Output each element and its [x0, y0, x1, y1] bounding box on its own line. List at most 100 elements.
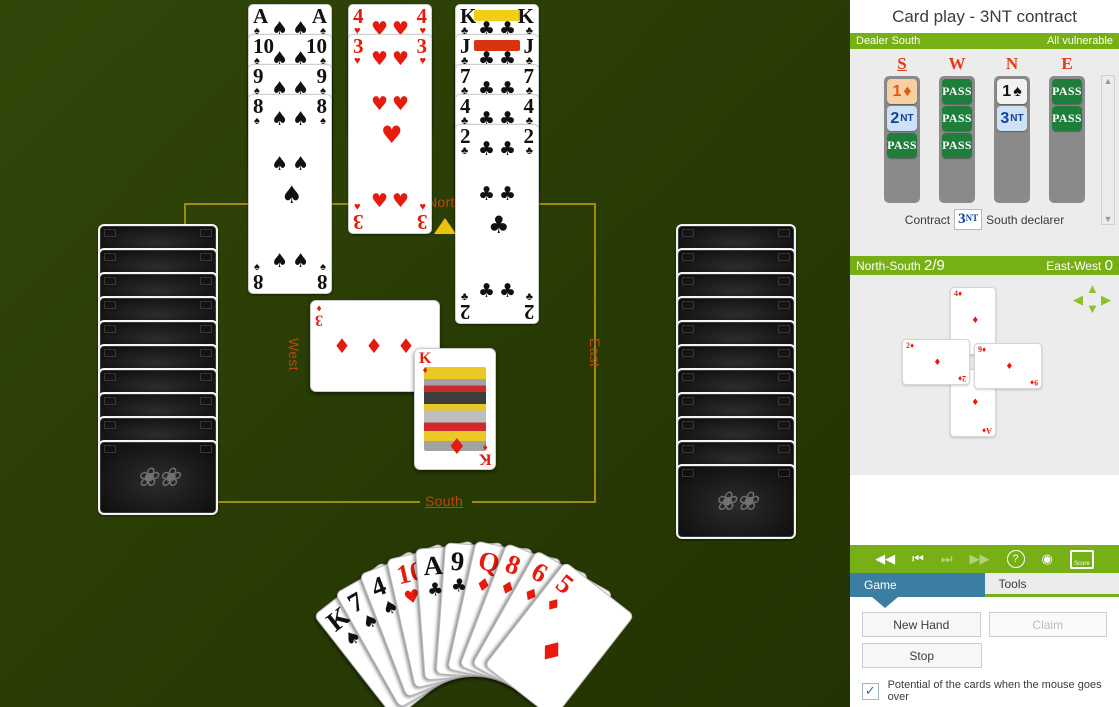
pip: ♦ [397, 334, 415, 358]
score-icon[interactable]: Score [1069, 549, 1094, 569]
bid-column-n: 1 ♠ 3 NT [994, 76, 1030, 203]
table-frame-bot-r [472, 501, 595, 503]
navigation-compass-icon[interactable]: ▲ ▼ ◀ ▶ [1073, 281, 1111, 321]
potential-checkbox[interactable]: ✓ [862, 682, 879, 700]
pip: ♠ [291, 108, 309, 130]
help-icon[interactable]: ? [1006, 550, 1025, 568]
pip: ♥ [391, 93, 409, 115]
bidding-scrollbar[interactable]: ▲ ▼ [1101, 75, 1115, 225]
card-suit-icon: ♥ [419, 201, 426, 213]
turn-indicator-arrow [434, 218, 456, 234]
bid-chip: PASS [887, 133, 917, 158]
contract-chip: 3NT [954, 209, 983, 230]
next-icon: ⏭ [940, 551, 953, 566]
dealer-label: Dealer South [856, 35, 921, 47]
tab-game[interactable]: Game [850, 573, 985, 597]
pip: ♣ [478, 183, 496, 205]
previous-trick-cards: 4♦4♦♦2♦2♦♦9♦9♦♦A♦A♦♦ [902, 287, 1052, 462]
bidding-box: SWNE 1 ♦ 2 NT PASS PASS PASS PASS 1 ♠ 3 NT PASS PASS … [850, 49, 1119, 256]
dummy-card[interactable]: 8 8 ♠ ♠ ♠ ♠ ♠ ♠ ♠ ♠ ♠ 8 8 ♠ ♠ [248, 94, 332, 294]
bid-level: 2 [890, 109, 900, 127]
card-suit-icon: ♦ [539, 592, 566, 619]
bid-column-s: 1 ♦ 2 NT PASS [884, 76, 920, 203]
page-title: Card play - 3NT contract [850, 0, 1119, 33]
bid-seat-header-e: E [1061, 54, 1073, 73]
bid-text: PASS [942, 84, 972, 98]
stop-button[interactable]: Stop [862, 643, 982, 668]
rewind-icon[interactable]: ◀◀ [875, 551, 895, 567]
bid-chip: 1 ♠ [997, 79, 1027, 104]
bid-chip: 3 NT [997, 106, 1027, 131]
bid-column-e: PASS PASS [1049, 76, 1085, 203]
stop-label: Stop [909, 648, 935, 663]
pip: ♦ [365, 334, 383, 358]
card-pips: ♠ ♠ ♠ ♠ ♠ ♠ ♠ [249, 95, 331, 293]
card-back-pattern: ❀❀ [678, 466, 794, 537]
compass-up-icon: ▲ [1086, 281, 1099, 296]
pip: ♣ [478, 138, 496, 160]
pip: ♦ [447, 435, 467, 460]
bid-denomination: NT [900, 113, 914, 124]
potential-checkbox-row: ✓ Potential of the cards when the mouse … [850, 668, 1119, 703]
card-suit-icon: ♦ [958, 289, 963, 298]
trick-card-south[interactable]: K ♦ K ♦ ♦ [414, 348, 496, 470]
bid-text: PASS [1052, 111, 1082, 125]
card-rank: 8 [253, 270, 264, 294]
bid-level: 1 [892, 82, 902, 100]
pip: ♦ [933, 358, 942, 369]
dummy-card[interactable]: 3 3 ♥ ♥ ♥ ♥ ♥ ♥ ♥ ♥ ♥ 3 3 ♥ ♥ [348, 34, 432, 234]
card-back-ornament-icon: ❀❀ [714, 486, 758, 516]
seat-label-south: South [425, 493, 464, 509]
tricks-ns-value: 2/9 [924, 257, 945, 274]
bid-text: PASS [1052, 84, 1082, 98]
bid-seat-header-s: S [897, 54, 907, 73]
pip: ♥ [371, 48, 389, 70]
pip: ♣ [498, 138, 516, 160]
checkbox-check-icon: ✓ [864, 683, 876, 698]
bid-text: PASS [942, 138, 972, 152]
south-hand-fan[interactable]: K♠♠7♠♠4♠♠10♥♥A♣♣9♣♣Q♦♦8♦♦6♦♦5♦♦ [270, 525, 690, 707]
card-rank: 3 [416, 210, 428, 234]
pip: ♣ [478, 280, 496, 302]
fast-forward-icon: ▶▶ [969, 551, 990, 566]
vulnerability-label: All vulnerable [1046, 35, 1113, 47]
new-hand-label: New Hand [893, 617, 950, 632]
card-rank: 2♦ [957, 374, 966, 383]
eye-icon[interactable]: ◉ [1042, 551, 1053, 567]
tab-tools[interactable]: Tools [984, 573, 1119, 597]
card-rank: 4♦ [954, 289, 963, 298]
card-back: ❀❀ [676, 464, 796, 539]
pip: ♥ [391, 48, 409, 70]
card-suit-icon: ♥ [354, 201, 361, 213]
new-hand-button[interactable]: New Hand [862, 612, 981, 637]
card-suit-icon: ♦ [957, 374, 962, 383]
current-trick-area: 3 ♦ 3 ♦ ♦ ♦ ♦ K ♦ K ♦ [310, 300, 510, 480]
dummy-card[interactable]: 2 2 ♣ ♣ ♣ ♣ ♣ ♣ ♣ ♣ ♣ 2 2 ♣ ♣ [455, 124, 539, 324]
contract-prefix: Contract [904, 212, 951, 227]
help-glyph: ? [1006, 550, 1025, 568]
bidding-seat-headers: SWNE [850, 49, 1119, 74]
tricks-ew-value: 0 [1104, 257, 1113, 274]
previous-trick-card-west: 2♦ 2♦ ♦ [902, 339, 970, 385]
tab-tools-label: Tools [998, 576, 1027, 591]
card-suit-icon: ♦ [982, 426, 987, 435]
tricks-ns: North-South 2/9 [856, 256, 945, 275]
seat-label-east: East [587, 338, 603, 368]
trick-card-west-rank: 3 [315, 311, 323, 329]
pip: ♦ [333, 334, 351, 358]
scroll-down-icon[interactable]: ▼ [1104, 214, 1113, 224]
pip: ♦ [971, 315, 980, 326]
card-rank: 2♦ [906, 341, 915, 350]
pip: ♠ [291, 153, 309, 175]
card-back: ❀❀ [98, 440, 218, 515]
contract-denomination: NT [965, 213, 979, 223]
pip: ♠ [271, 153, 289, 175]
bid-level: 1 [1002, 82, 1012, 100]
bid-chip: PASS [1052, 79, 1082, 104]
card-suit-icon: ♣ [461, 291, 469, 303]
previous-icon[interactable]: ⏮ [912, 551, 924, 567]
scroll-up-icon[interactable]: ▲ [1104, 76, 1113, 86]
claim-button[interactable]: Claim [988, 612, 1107, 637]
card-rank: 9♦ [978, 345, 987, 354]
pip: ♠ [281, 181, 303, 209]
